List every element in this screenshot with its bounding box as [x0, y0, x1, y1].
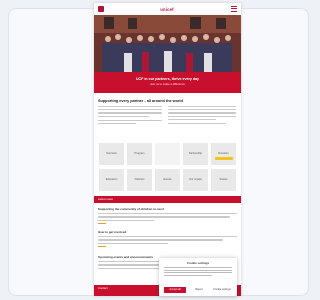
tile-partnership[interactable]: Partnership: [182, 142, 209, 166]
accept-cookies-button[interactable]: Accept all: [164, 287, 186, 293]
read-more-link[interactable]: [98, 245, 106, 248]
tile-partners[interactable]: Partners: [126, 168, 153, 192]
crowd-photo: [94, 15, 241, 72]
tile-education[interactable]: Education: [98, 168, 125, 192]
hero-headline: UCF in our partners, thrive every day: [135, 77, 200, 81]
cookie-text: [164, 267, 232, 277]
intro-section: Supporting every partner - all around th…: [94, 99, 241, 139]
tile-blank[interactable]: [154, 142, 181, 166]
intro-text-right: [168, 106, 236, 126]
brand-name[interactable]: unicef: [152, 7, 182, 12]
logo-icon[interactable]: [98, 6, 104, 12]
hero-subline: Join us to make a difference: [150, 82, 185, 86]
tile-impact[interactable]: Our impact: [182, 168, 209, 192]
news-item[interactable]: How to get involved: [98, 230, 237, 248]
cookie-settings-button[interactable]: Cookie settings: [211, 287, 233, 293]
read-more-link[interactable]: [98, 222, 106, 225]
cookie-dialog: Cookie settings Accept all Reject Cookie…: [159, 258, 237, 296]
news-item-title[interactable]: How to get involved: [98, 230, 237, 235]
tile-donation-label: Donation: [218, 152, 229, 156]
news-item-title[interactable]: Supporting the community of children in …: [98, 207, 237, 212]
tile-stories[interactable]: Stories: [210, 168, 237, 192]
reject-cookies-button[interactable]: Reject: [191, 287, 207, 293]
donation-badge: [215, 157, 233, 160]
news-item[interactable]: Supporting the community of children in …: [98, 207, 237, 225]
intro-text-left: [98, 106, 162, 126]
hamburger-menu-icon[interactable]: [231, 6, 237, 12]
intro-title: Supporting every partner - all around th…: [98, 99, 183, 103]
news-section-header: Latest news: [94, 196, 241, 203]
tile-overview[interactable]: Overview: [98, 142, 125, 166]
hero-image: [94, 15, 241, 72]
cookie-title: Cookie settings: [186, 261, 210, 265]
web-page: unicef UCF in our partners, thrive every…: [94, 3, 241, 296]
tile-program[interactable]: Program: [126, 142, 153, 166]
hero-banner: UCF in our partners, thrive every day Jo…: [94, 72, 241, 93]
tile-donation[interactable]: Donation: [210, 142, 237, 166]
tile-events[interactable]: Events: [154, 168, 181, 192]
